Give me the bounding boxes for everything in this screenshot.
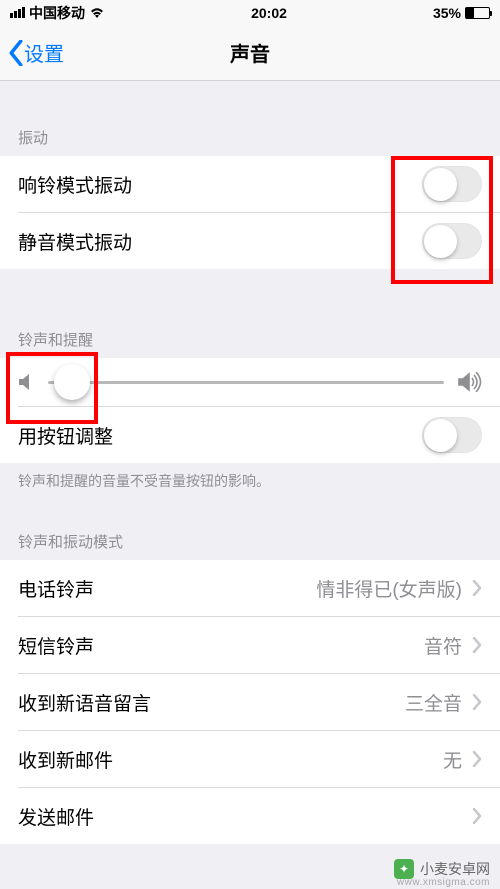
status-time: 20:02: [251, 5, 287, 21]
status-right: 35%: [433, 5, 490, 21]
cell-label: 用按钮调整: [18, 422, 422, 449]
chevron-right-icon: [472, 694, 482, 710]
signal-icon: [10, 7, 25, 18]
cell-label: 收到新邮件: [18, 746, 443, 773]
cell-label: 静音模式振动: [18, 228, 422, 255]
watermark: ✦ 小麦安卓网: [394, 859, 490, 879]
wifi-icon: [89, 7, 105, 19]
cell-label: 电话铃声: [18, 575, 316, 602]
status-bar: 中国移动 20:02 35%: [0, 0, 500, 25]
nav-bar: 设置 声音: [0, 25, 500, 81]
row-silent-vibrate[interactable]: 静音模式振动: [0, 213, 500, 269]
page-title: 声音: [230, 38, 270, 67]
back-label: 设置: [24, 38, 64, 67]
volume-slider[interactable]: [48, 381, 444, 384]
cell-value: 情非得已(女声版): [316, 575, 462, 602]
switch-ring-vibrate[interactable]: [422, 166, 482, 202]
row-ringtone[interactable]: 电话铃声 情非得已(女声版): [0, 560, 500, 616]
chevron-right-icon: [472, 580, 482, 596]
cell-value: 无: [443, 746, 462, 773]
cell-value: 三全音: [405, 689, 462, 716]
cell-value: 音符: [424, 632, 462, 659]
chevron-right-icon: [472, 637, 482, 653]
chevron-right-icon: [472, 808, 482, 824]
watermark-text: 小麦安卓网: [420, 859, 490, 879]
chevron-left-icon: [8, 40, 24, 66]
row-new-voicemail[interactable]: 收到新语音留言 三全音: [0, 674, 500, 730]
switch-button-adjust[interactable]: [422, 417, 482, 453]
watermark-logo-icon: ✦: [394, 859, 414, 879]
cell-label: 收到新语音留言: [18, 689, 405, 716]
row-text-tone[interactable]: 短信铃声 音符: [0, 617, 500, 673]
carrier-label: 中国移动: [29, 3, 85, 23]
cell-label: 短信铃声: [18, 632, 424, 659]
cell-label: 响铃模式振动: [18, 171, 422, 198]
chevron-right-icon: [472, 751, 482, 767]
switch-silent-vibrate[interactable]: [422, 223, 482, 259]
volume-slider-row: [0, 358, 500, 406]
back-button[interactable]: 设置: [8, 38, 64, 67]
cell-label: 发送邮件: [18, 803, 462, 830]
row-ring-vibrate[interactable]: 响铃模式振动: [0, 156, 500, 212]
battery-icon: [465, 7, 490, 19]
row-sent-mail[interactable]: 发送邮件: [0, 788, 500, 844]
watermark-url: www.xmsigma.com: [397, 877, 490, 888]
section-header-patterns: 铃声和振动模式: [0, 521, 500, 560]
section-header-ringalert: 铃声和提醒: [0, 319, 500, 358]
slider-thumb[interactable]: [54, 364, 90, 400]
section-footer-ringalert: 铃声和提醒的音量不受音量按钮的影响。: [0, 463, 500, 501]
section-header-vibration: 振动: [0, 117, 500, 156]
speaker-high-icon: [458, 372, 482, 392]
battery-percent: 35%: [433, 5, 461, 21]
speaker-low-icon: [18, 373, 34, 391]
status-left: 中国移动: [10, 3, 105, 23]
row-button-adjust[interactable]: 用按钮调整: [0, 407, 500, 463]
row-new-mail[interactable]: 收到新邮件 无: [0, 731, 500, 787]
